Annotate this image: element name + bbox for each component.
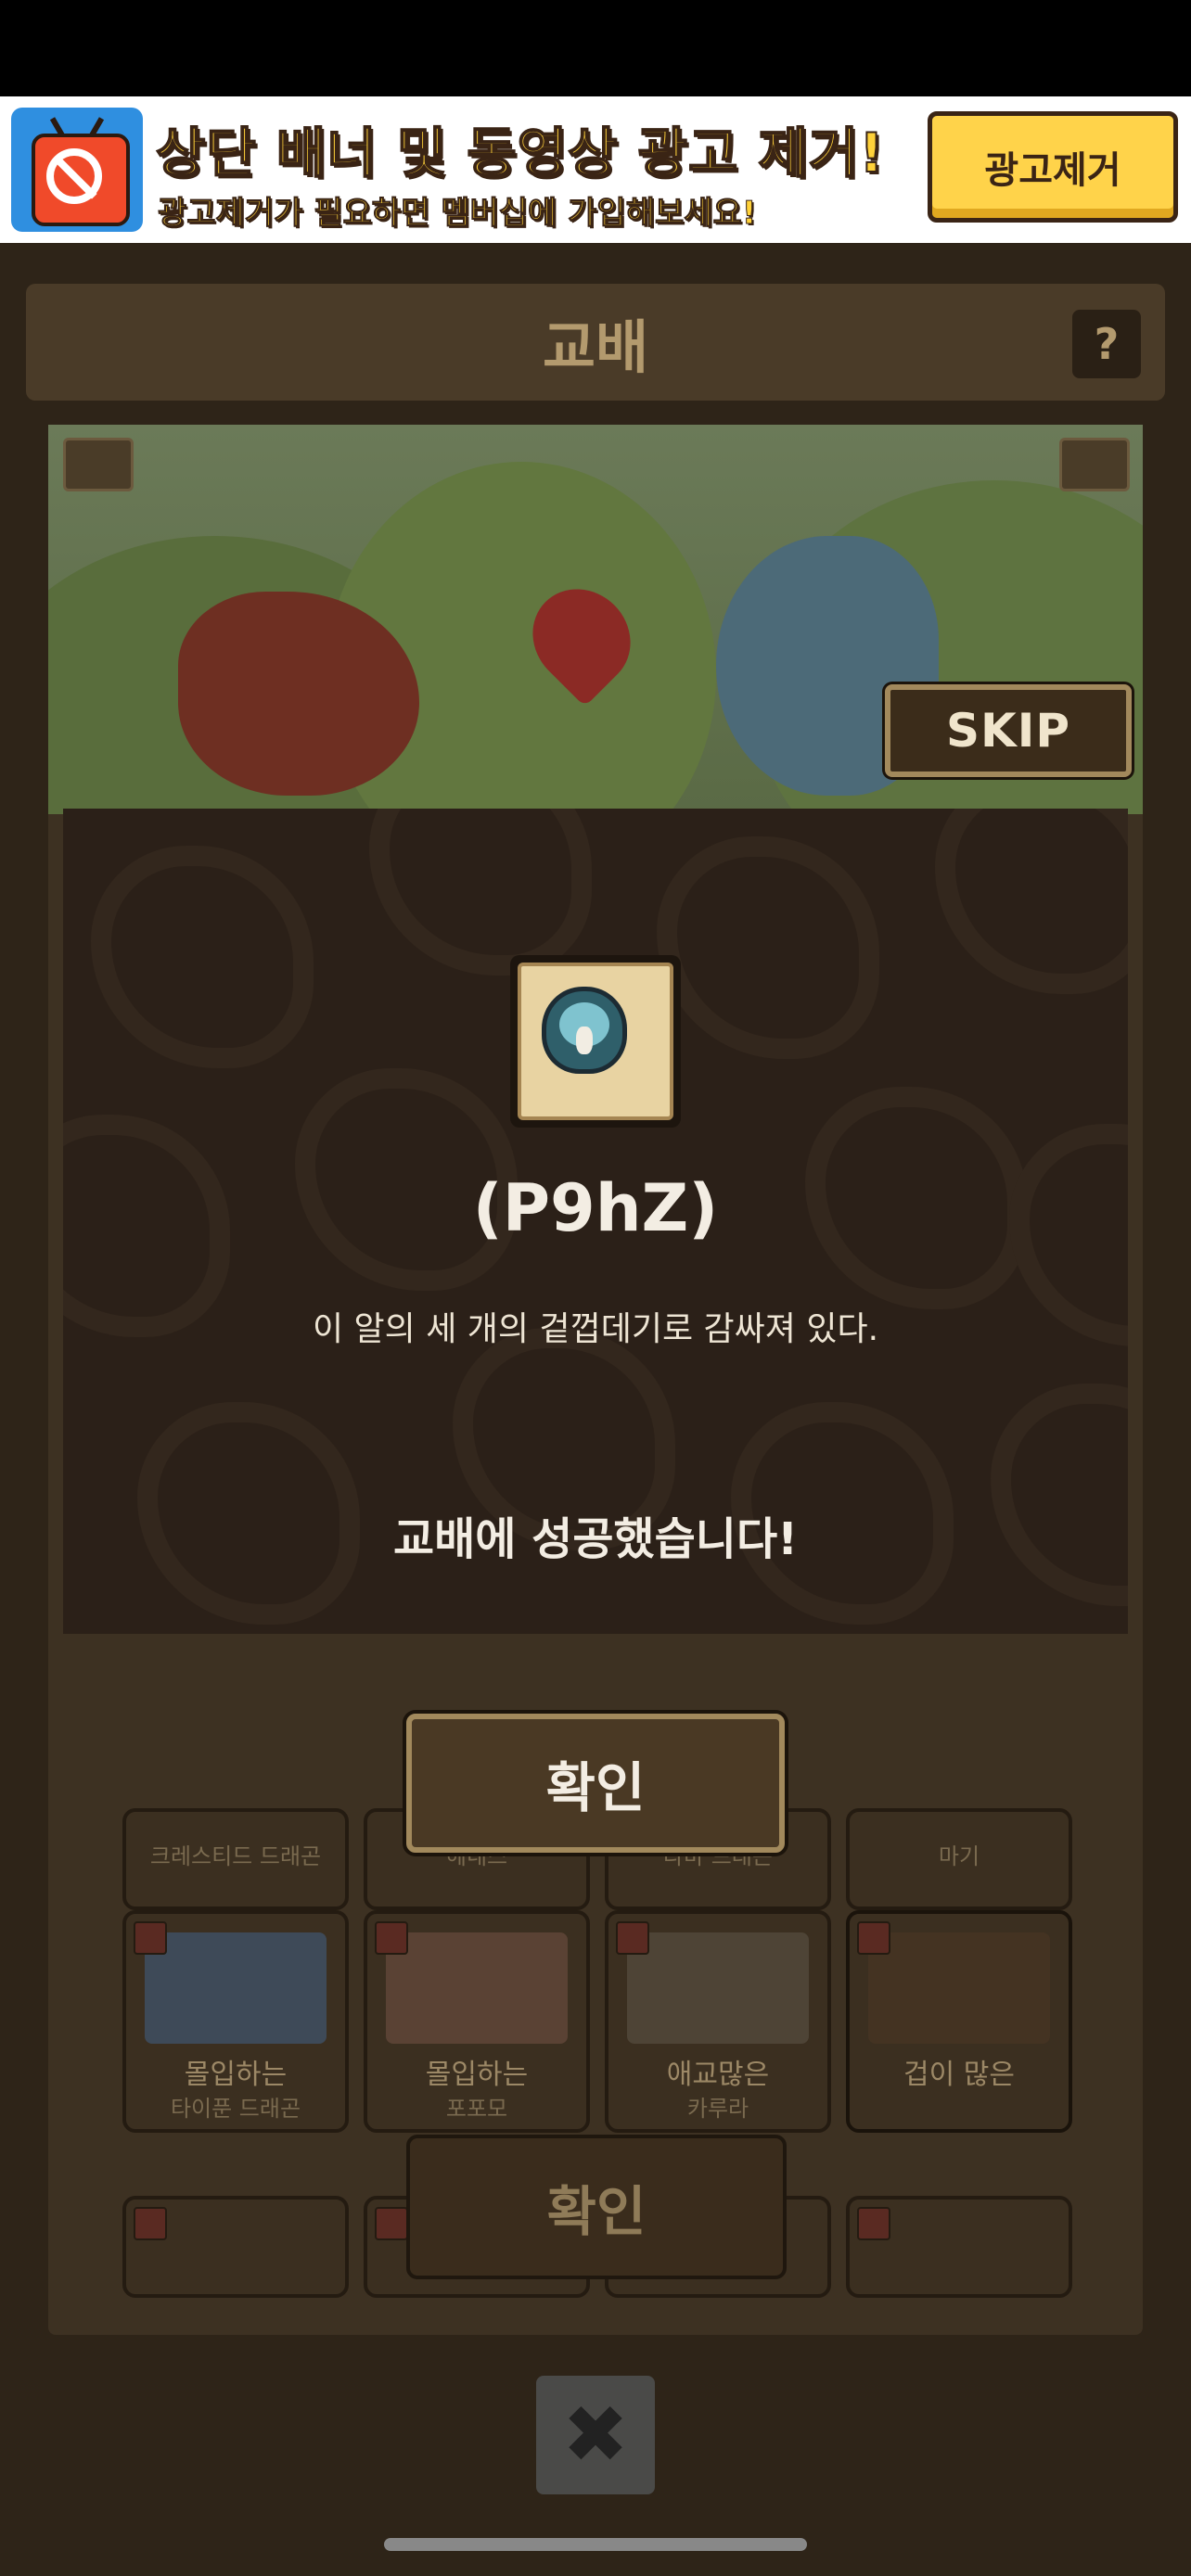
item-description: 이 알의 세 개의 겉껍데기로 감싸져 있다. [312,1310,879,1348]
confirm-button[interactable]: 확인 [406,1714,785,1853]
no-ads-tv-icon [11,108,143,232]
dragon-card[interactable]: 크레스티드 드래곤 [122,1808,349,1910]
close-icon[interactable]: ✖ [536,2376,655,2494]
card-name: 카루라 [686,2096,749,2122]
item-name: (P9hZ) [472,1170,719,1246]
card-trait: 몰입하는 [425,2059,529,2091]
ad-subtitle: 광고제거가 필요하면 멤버십에 가입해보세요! [157,195,757,233]
egg-item-frame [510,955,681,1128]
card-trait: 애교많은 [666,2059,770,2091]
card-trait: 몰입하는 [184,2059,288,2091]
card-name: 포포모 [445,2096,508,2122]
home-indicator [384,2538,807,2551]
dragon-card-selected[interactable]: 겁이 많은 [846,1910,1072,2133]
right-tag-icon [1059,438,1130,491]
skip-button[interactable]: SKIP [885,684,1132,777]
confirm-button-background: 확인 [406,2135,787,2279]
dragon-card[interactable]: 몰입하는 타이푼 드래곤 [122,1910,349,2133]
ad-banner[interactable]: 상단 배너 및 동영상 광고 제거! 광고제거가 필요하면 멤버십에 가입해보세… [0,96,1191,243]
help-button[interactable]: ? [1072,310,1141,378]
dragon-card[interactable] [122,2196,349,2298]
card-name: 마기 [938,1843,980,1869]
card-name: 타이푼 드래곤 [170,2096,301,2122]
page-title: 교배 [542,313,649,381]
result-message: 교배에 성공했습니다! [392,1513,799,1565]
breeding-result-popup: (P9hZ) 이 알의 세 개의 겉껍데기로 감싸져 있다. 교배에 성공했습니… [63,809,1128,1634]
card-trait: 겁이 많은 [903,2059,1015,2091]
dragon-card[interactable]: 애교많은 카루라 [605,1910,831,2133]
ad-title: 상단 배너 및 동영상 광고 제거! [155,121,885,185]
card-name: 크레스티드 드래곤 [149,1843,322,1869]
left-tag-icon [63,438,134,491]
dragon-card[interactable]: 마기 [846,1808,1072,1910]
dragon-card[interactable]: 몰입하는 포포모 [364,1910,590,2133]
dragon-card[interactable] [846,2196,1072,2298]
egg-icon [542,987,627,1074]
remove-ads-button[interactable]: 광고제거 [928,111,1178,223]
header-bar: 교배 ? [26,284,1165,401]
